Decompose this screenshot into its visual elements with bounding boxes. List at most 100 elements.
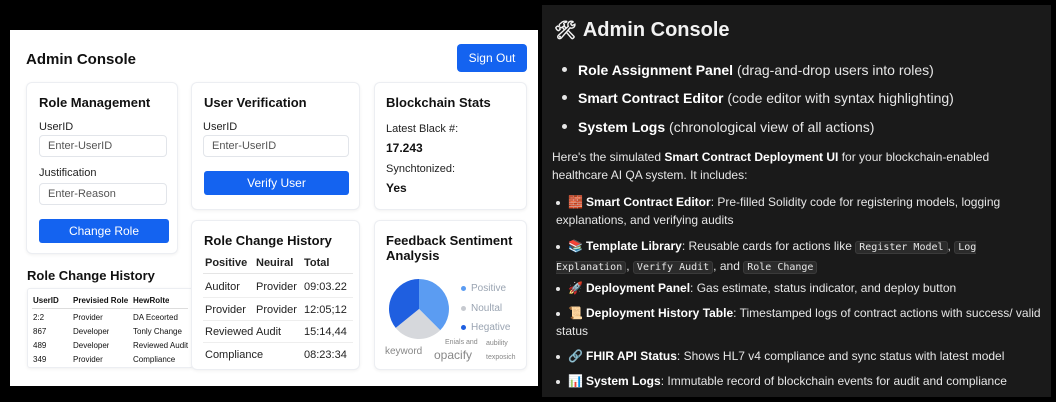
word-cloud-word: aubility bbox=[486, 340, 508, 347]
item-bold: Deployment Panel bbox=[586, 281, 691, 295]
brick-icon: 🧱 bbox=[568, 195, 583, 209]
feature-text: (drag-and-drop users into roles) bbox=[733, 62, 934, 78]
list-item: 📜 Deployment History Table: Timestamped l… bbox=[556, 304, 1046, 340]
sign-out-button[interactable]: Sign Out bbox=[457, 44, 527, 72]
table-cell: 12:05;12 bbox=[304, 304, 347, 316]
legend-neutral: Noultal bbox=[461, 303, 502, 314]
screenshot-stage: Admin Console Sign Out Role Management U… bbox=[0, 0, 1056, 402]
table-cell: Provider bbox=[256, 304, 297, 316]
feedback-title: Feedback Sentiment Analysis bbox=[386, 233, 513, 263]
code-sep: , and bbox=[713, 259, 740, 273]
table-cell: 349 bbox=[33, 355, 47, 364]
table-cell: Audit bbox=[256, 326, 282, 338]
response-title: Admin Console bbox=[582, 19, 730, 41]
table-cell: 08:23:34 bbox=[304, 349, 347, 361]
feature-bold: Smart Contract Editor bbox=[578, 90, 724, 106]
blockchain-stats-title: Blockchain Stats bbox=[386, 95, 491, 110]
code-chip: Register Model bbox=[855, 241, 948, 254]
row-divider bbox=[203, 297, 353, 298]
table-cell: Auditor bbox=[205, 281, 240, 293]
feature-item: System Logs (chronological view of all a… bbox=[562, 119, 874, 135]
table-cell: Reviewed Audit bbox=[133, 341, 189, 350]
legend-label: Hegative bbox=[471, 322, 511, 333]
item-text: : Gas estimate, status indicator, and de… bbox=[690, 281, 957, 295]
legend-negative: Hegative bbox=[461, 322, 510, 333]
table-cell: Reviewed bbox=[205, 326, 254, 338]
rch-small-table: UserID Previsied Role HewRolte 2:2 Provi… bbox=[27, 288, 193, 368]
item-text: : Immutable record of blockchain events … bbox=[660, 374, 1007, 388]
table-cell: 09:03.22 bbox=[304, 281, 347, 293]
rch-small-title: Role Change History bbox=[27, 268, 155, 283]
bullet-dot bbox=[556, 311, 560, 316]
list-item: 🚀 Deployment Panel: Gas estimate, status … bbox=[556, 279, 1046, 297]
verify-user-button[interactable]: Verify User bbox=[204, 171, 349, 195]
code-chip: Verify Audit bbox=[632, 261, 714, 274]
table-cell: 2:2 bbox=[33, 313, 45, 322]
app-title: Admin Console bbox=[26, 51, 137, 68]
rch-mid-header: Total bbox=[304, 257, 330, 269]
rch-small-header: Previsied Role bbox=[73, 296, 128, 305]
sync-label: Synchtonized: bbox=[386, 163, 456, 175]
userid-label: UserID bbox=[39, 121, 74, 133]
item-bold: Smart Contract Editor bbox=[586, 195, 711, 209]
rch-mid-header: Neuiral bbox=[256, 257, 294, 269]
hammer-wrench-icon: 🛠 bbox=[554, 20, 577, 40]
legend-dot bbox=[461, 325, 466, 330]
word-cloud-word: keyword bbox=[385, 346, 423, 357]
table-cell: 867 bbox=[33, 327, 47, 336]
feature-bold: Role Assignment Panel bbox=[578, 62, 734, 78]
row-divider bbox=[203, 320, 353, 321]
feature-text: (chronological view of all actions) bbox=[665, 119, 875, 135]
response-heading: 🛠 Admin Console bbox=[554, 19, 730, 42]
feedback-card: Feedback Sentiment Analysis Positive Nou… bbox=[374, 220, 527, 370]
list-item: 🔗 FHIR API Status: Shows HL7 v4 complianc… bbox=[556, 347, 1046, 365]
bullet-dot bbox=[556, 379, 560, 384]
word-cloud-word: texposich bbox=[486, 354, 516, 361]
assistant-response-panel: 🛠 Admin Console Role Assignment Panel (d… bbox=[542, 5, 1051, 397]
intro-text: Here's the simulated bbox=[552, 150, 665, 164]
table-cell: Compliance bbox=[205, 349, 264, 361]
latest-block-value: 17.243 bbox=[386, 141, 423, 155]
verification-userid-input[interactable]: Enter-UserID bbox=[203, 135, 349, 157]
books-icon: 📚 bbox=[568, 239, 583, 253]
feature-bold: System Logs bbox=[578, 119, 666, 135]
bullet-dot bbox=[556, 200, 560, 205]
intro-paragraph: Here's the simulated Smart Contract Depl… bbox=[552, 148, 1022, 184]
table-cell: Compliance bbox=[133, 355, 176, 364]
item-text: : Shows HL7 v4 compliance and sync statu… bbox=[676, 349, 1005, 363]
table-cell: 489 bbox=[33, 341, 47, 350]
table-cell: 15:14,44 bbox=[304, 326, 347, 338]
word-cloud-word: opacify bbox=[434, 348, 473, 362]
code-sep: , bbox=[947, 239, 951, 253]
justification-input[interactable]: Enter-Reason bbox=[39, 183, 167, 205]
list-item: 🧱 Smart Contract Editor: Pre-filled Solid… bbox=[556, 193, 1046, 229]
feature-item: Smart Contract Editor (code editor with … bbox=[562, 90, 954, 106]
userid-input[interactable]: Enter-UserID bbox=[39, 135, 167, 157]
item-bold: Template Library bbox=[586, 239, 682, 253]
item-bold: Deployment History Table bbox=[586, 306, 734, 320]
legend-dot bbox=[461, 306, 466, 311]
justification-label: Justification bbox=[39, 167, 97, 179]
sync-value: Yes bbox=[386, 181, 407, 195]
table-cell: Provider bbox=[205, 304, 246, 316]
table-cell: Developer bbox=[73, 341, 110, 350]
legend-dot bbox=[461, 286, 466, 291]
role-management-title: Role Management bbox=[39, 95, 151, 110]
change-role-button[interactable]: Change Role bbox=[39, 219, 169, 243]
rch-small-divider bbox=[32, 308, 188, 309]
table-cell: Provider bbox=[73, 313, 103, 322]
table-cell: Developer bbox=[73, 327, 110, 336]
sentiment-pie-chart bbox=[388, 279, 449, 339]
rch-small-header: HewRolte bbox=[133, 296, 170, 305]
bullet-dot bbox=[562, 95, 567, 100]
rch-small-header: UserID bbox=[33, 296, 59, 305]
table-cell: DA Eceorted bbox=[133, 313, 178, 322]
legend-label: Noultal bbox=[471, 303, 503, 314]
rch-mid-divider bbox=[203, 273, 353, 274]
user-verification-card: User Verification UserID Enter-UserID Ve… bbox=[191, 82, 360, 210]
latest-block-label: Latest Black #: bbox=[386, 123, 459, 135]
role-management-card: Role Management UserID Enter-UserID Just… bbox=[26, 82, 178, 254]
code-sep: , bbox=[626, 259, 630, 273]
rch-mid-title: Role Change History bbox=[204, 233, 332, 248]
word-cloud-word: Enials and bbox=[445, 339, 478, 346]
